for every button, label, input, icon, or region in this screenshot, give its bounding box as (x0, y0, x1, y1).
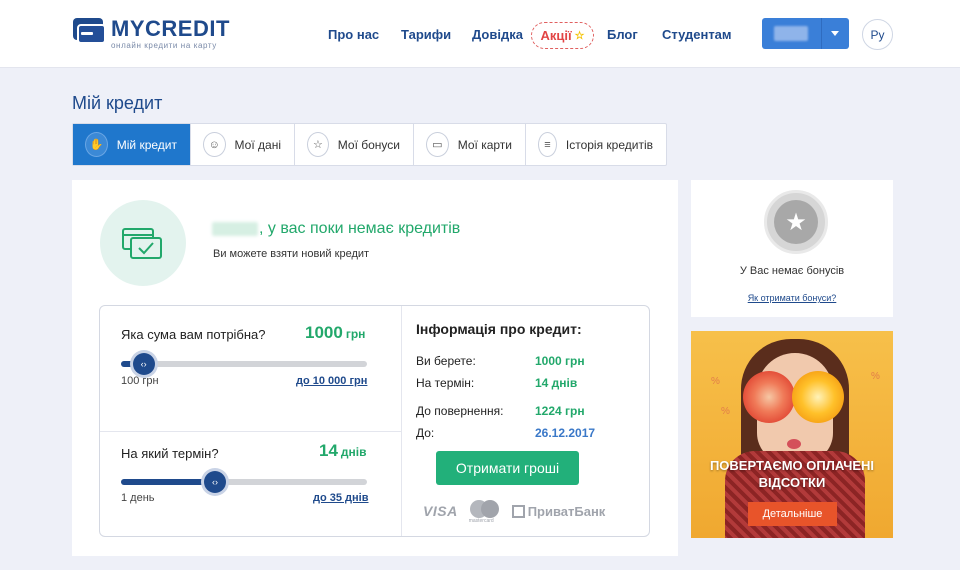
get-money-button[interactable]: Отримати гроші (436, 451, 579, 485)
calculator-sliders: Яка сума вам потрібна? 1000 грн ‹› 100 гр… (100, 306, 402, 536)
bonus-card: ★ У Вас немає бонусів Як отримати бонуси… (691, 180, 893, 317)
credit-panel: , у вас поки немає кредитів Ви можете вз… (72, 180, 678, 556)
logo[interactable]: MYCREDIT онлайн кредити на карту (73, 18, 230, 50)
mastercard-logo: mastercard (469, 500, 500, 524)
nav-help[interactable]: Довідка (472, 27, 523, 42)
site-header: MYCREDIT онлайн кредити на карту Про нас… (0, 0, 960, 68)
nav-about[interactable]: Про нас (328, 27, 379, 42)
due-label: До: (416, 426, 435, 440)
nav-promo-label: Акції (540, 28, 572, 43)
tab-label: Мої дані (234, 137, 281, 152)
take-value: 1000 грн (535, 354, 585, 368)
orange-image (792, 371, 844, 423)
payment-logos: VISA mastercard ПриватБанк (423, 500, 605, 524)
account-tabs: ✋ Мій кредит ☺ Мої дані ☆ Мої бонуси ▭ М… (72, 123, 667, 166)
chevron-down-icon (831, 31, 839, 36)
tab-my-cards[interactable]: ▭ Мої карти (414, 124, 526, 165)
due-date: 26.12.2017 (535, 426, 596, 440)
page-title: Мій кредит (72, 93, 163, 113)
credit-cards-icon (122, 228, 162, 259)
nav-students[interactable]: Студентам (662, 27, 732, 42)
amount-slider-handle[interactable]: ‹› (132, 353, 155, 375)
how-to-get-bonus-link[interactable]: Як отримати бонуси? (691, 293, 893, 303)
list-icon: ≡ (538, 132, 557, 157)
promo-banner[interactable]: % % % ПОВЕРТАЄМО ОПЛАЧЕНІ ВІДСОТКИ Детал… (691, 331, 893, 538)
star-icon: ★ (774, 200, 818, 244)
cards-icon: ▭ (426, 132, 449, 157)
term-max-link[interactable]: до 35 днів (313, 492, 369, 504)
promo-title: ПОВЕРТАЄМО ОПЛАЧЕНІ ВІДСОТКИ (709, 458, 875, 490)
logo-title: MYCREDIT (111, 16, 230, 41)
no-bonus-text: У Вас немає бонусів (739, 265, 845, 277)
no-credit-subline: Ви можете взяти новий кредит (213, 248, 370, 260)
hand-card-icon: ✋ (85, 132, 108, 157)
user-menu-button[interactable] (762, 18, 849, 49)
username-blurred (774, 26, 808, 41)
grapefruit-image (743, 371, 795, 423)
tab-label: Мої бонуси (337, 137, 400, 152)
credit-info-title: Інформація про кредит: (416, 321, 582, 337)
amount-min-label: 100 грн (121, 375, 159, 387)
tab-label: Історія кредитів (565, 137, 653, 152)
term-min-label: 1 день (121, 492, 155, 504)
term-question: На який термін? (121, 446, 219, 461)
amount-question: Яка сума вам потрібна? (121, 327, 266, 342)
term-slider-fill (121, 479, 215, 485)
tab-label: Мій кредит (116, 137, 177, 152)
username-blurred (212, 221, 258, 236)
star-icon: ☆ (307, 132, 329, 157)
privatbank-icon (511, 504, 525, 518)
tab-my-data[interactable]: ☺ Мої дані (191, 124, 295, 165)
repay-label: До повернення: (416, 404, 504, 418)
repay-value: 1224 грн (535, 404, 585, 418)
credit-card-logo-icon (73, 18, 106, 45)
no-credit-illustration (100, 200, 186, 286)
tab-my-credit[interactable]: ✋ Мій кредит (73, 124, 191, 165)
amount-value: 1000 грн (305, 323, 366, 342)
amount-max-link[interactable]: до 10 000 грн (296, 375, 367, 387)
term-slider-handle[interactable]: ‹› (203, 471, 226, 493)
promo-details-button[interactable]: Детальніше (748, 502, 837, 526)
tab-credit-history[interactable]: ≡ Історія кредитів (526, 124, 666, 165)
term-value: 14 днів (319, 441, 367, 460)
credit-calculator: Яка сума вам потрібна? 1000 грн ‹› 100 гр… (99, 305, 650, 537)
user-icon: ☺ (203, 132, 226, 157)
nav-tariffs[interactable]: Тарифи (401, 27, 451, 42)
star-icon: ☆ (574, 30, 585, 42)
term-info-value: 14 днів (535, 376, 578, 390)
take-label: Ви берете: (416, 354, 476, 368)
visa-logo: VISA (423, 503, 458, 519)
term-label: На термін: (416, 376, 475, 390)
nav-blog[interactable]: Блог (607, 27, 638, 42)
amount-slider-track[interactable] (121, 361, 367, 367)
no-credit-headline: , у вас поки немає кредитів (212, 220, 460, 238)
privatbank-logo: ПриватБанк (511, 504, 605, 519)
tab-my-bonuses[interactable]: ☆ Мої бонуси (295, 124, 414, 165)
term-slider-track[interactable] (121, 479, 367, 485)
tab-label: Мої карти (457, 137, 512, 152)
logo-tagline: онлайн кредити на карту (111, 41, 217, 50)
language-switch[interactable]: Ру (862, 19, 893, 50)
nav-promo[interactable]: Акції ☆ (531, 22, 594, 49)
bonus-badge: ★ (764, 190, 828, 254)
